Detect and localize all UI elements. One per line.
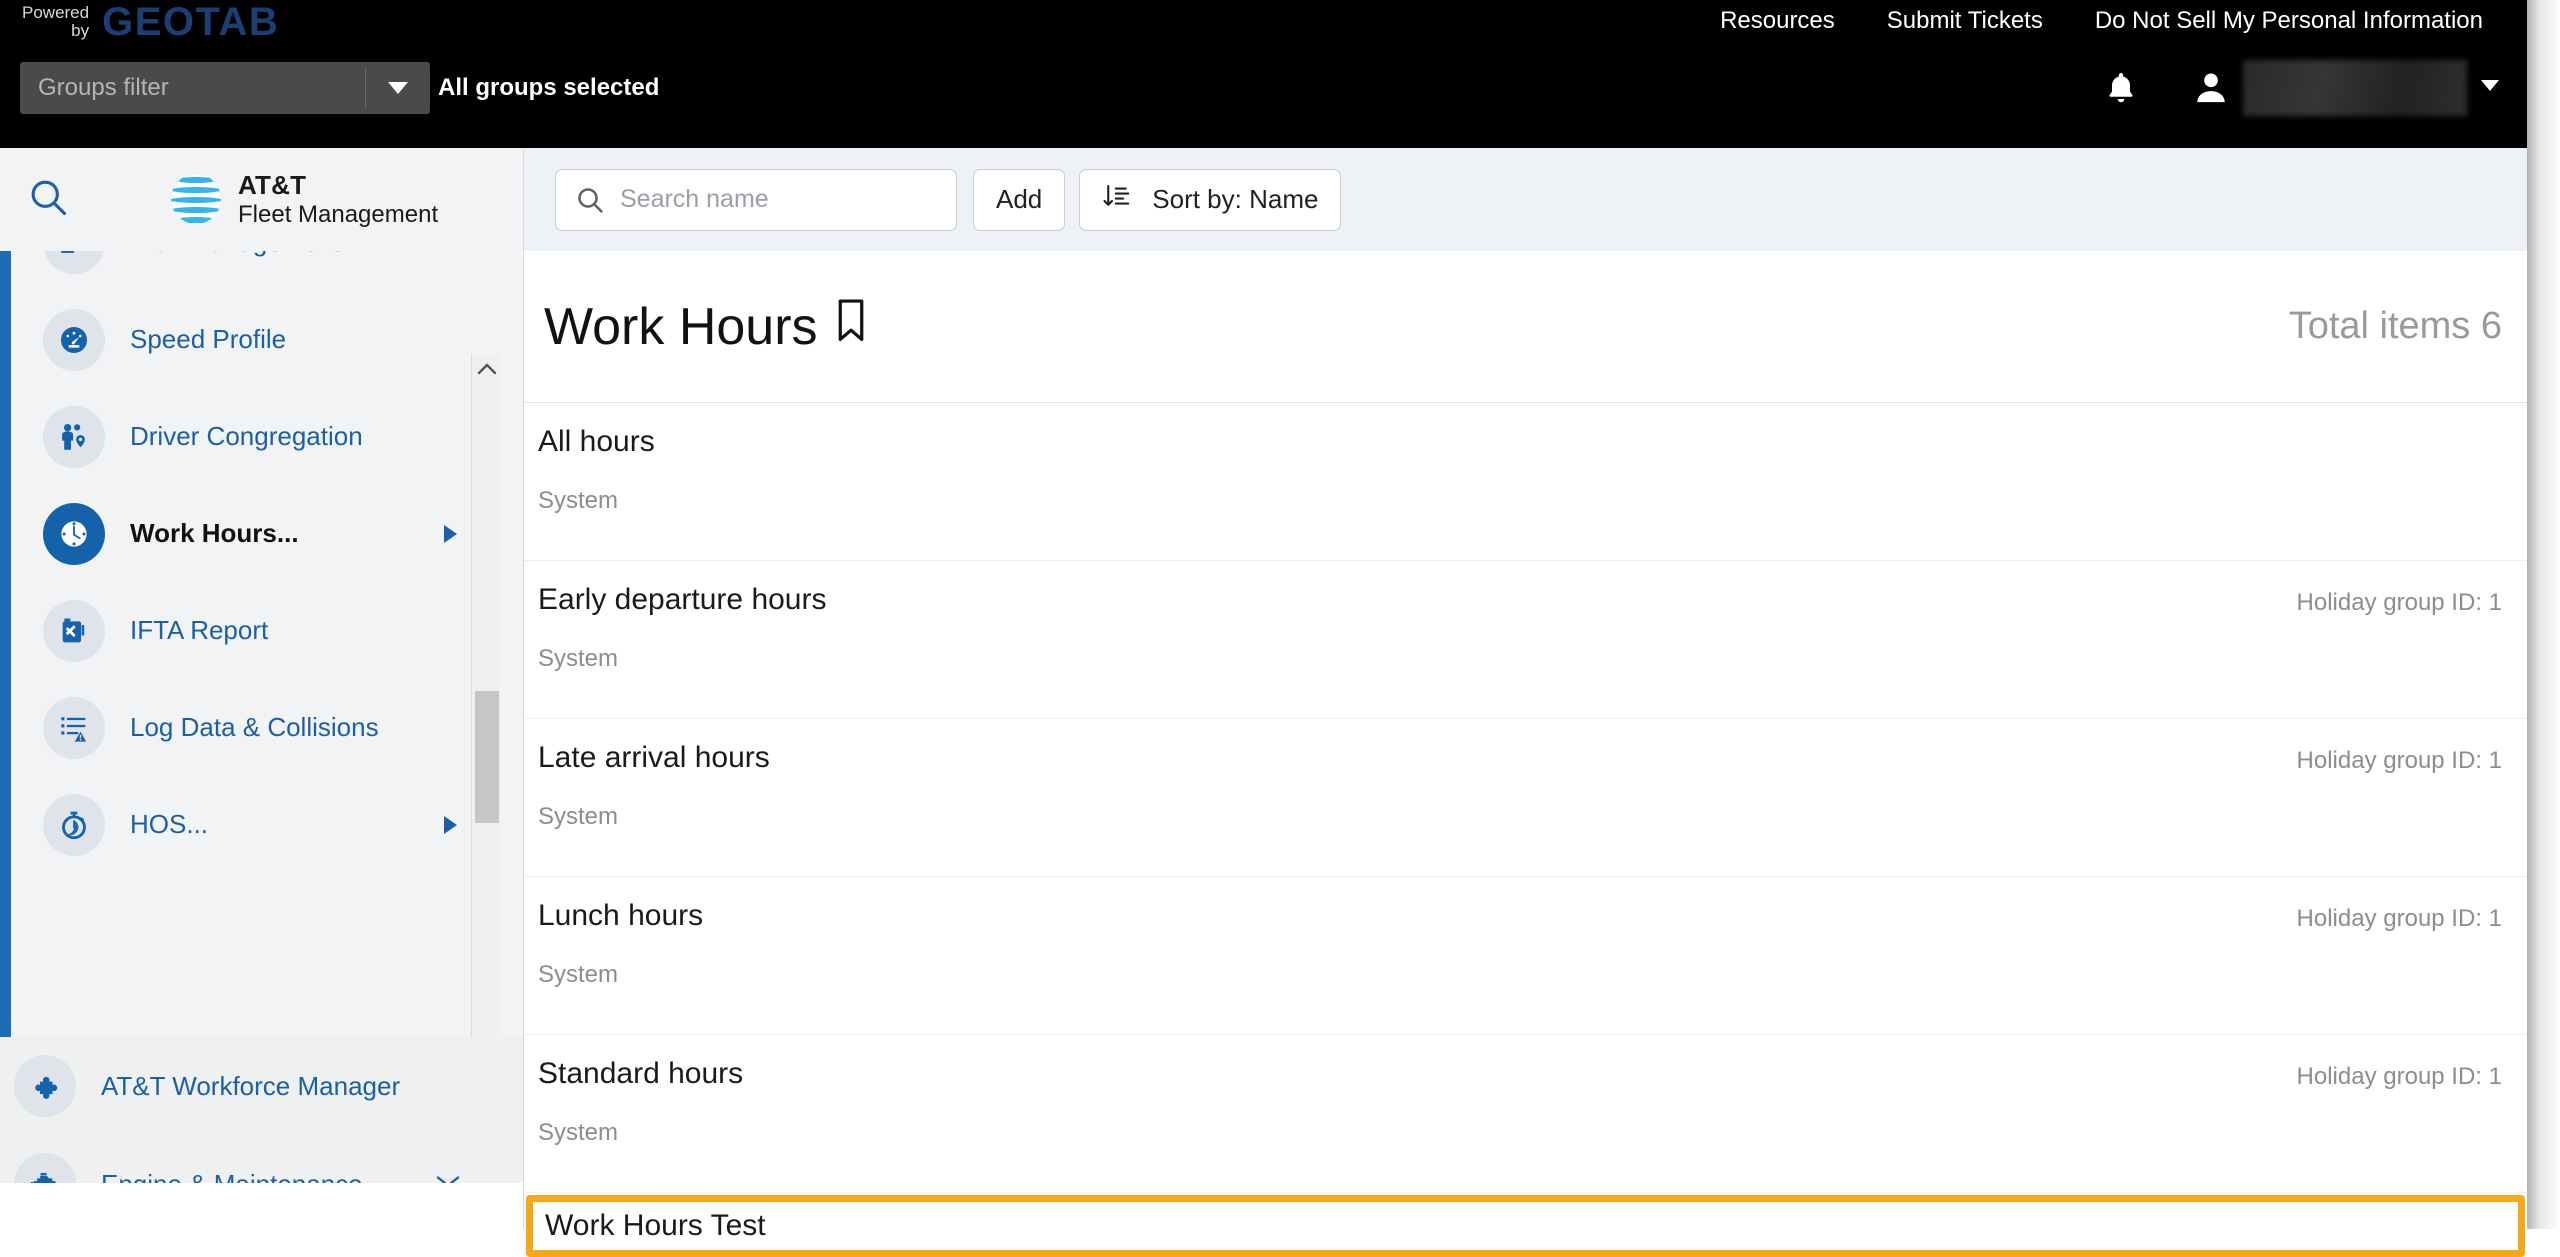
row-meta: Holiday group ID: 1: [2296, 905, 2502, 932]
page-shadow-edge: [2527, 0, 2560, 1229]
main-content-panel: Add Sort by: Name Work Hours: [523, 148, 2527, 1257]
sidebar-label: AT&T Workforce Manager: [101, 1070, 401, 1101]
sidebar-label: Work Hours...: [130, 518, 299, 548]
sidebar-item-log-data-collisions[interactable]: Log Data & Collisions: [11, 679, 493, 776]
total-items-count: Total items 6: [2288, 305, 2502, 347]
att-brand-line2: Fleet Management: [238, 200, 439, 228]
scroll-up-arrow-icon[interactable]: [472, 354, 501, 384]
sidebar-item-ifta-report[interactable]: IFTA Report: [11, 582, 493, 679]
row-meta: Holiday group ID: 1: [2296, 589, 2502, 616]
left-sidebar: AT&T Fleet Management Risk Management: [0, 148, 523, 1229]
att-brand: AT&T Fleet Management: [168, 170, 438, 229]
row-meta: Holiday group ID: 1: [2296, 1063, 2502, 1090]
add-button[interactable]: Add: [973, 168, 1066, 231]
table-row[interactable]: Early departure hours System Holiday gro…: [524, 561, 2527, 719]
sort-icon: [1102, 181, 1132, 218]
sidebar-item-speed-profile[interactable]: Speed Profile: [11, 291, 493, 388]
row-title: Late arrival hours: [538, 741, 770, 774]
bookmark-icon[interactable]: [832, 297, 870, 357]
redacted-user-name: [2243, 60, 2467, 116]
content-toolbar: Add Sort by: Name: [523, 148, 2527, 251]
sidebar-bottom-filler: [0, 1183, 523, 1229]
puzzle-piece-icon: [14, 1055, 76, 1117]
groups-filter-toggle[interactable]: [366, 62, 430, 114]
sidebar-label: Log Data & Collisions: [130, 712, 379, 742]
bell-icon: [2109, 73, 2133, 103]
table-row[interactable]: Lunch hours System Holiday group ID: 1: [524, 877, 2527, 1035]
search-icon: [31, 180, 67, 216]
sidebar-label: HOS...: [130, 809, 209, 839]
stopwatch-icon: [43, 793, 105, 856]
row-title: All hours: [538, 425, 655, 458]
driver-congregation-icon: [43, 405, 105, 468]
work-hours-clock-icon: [43, 502, 105, 565]
user-account-button[interactable]: [2185, 62, 2237, 114]
link-do-not-sell[interactable]: Do Not Sell My Personal Information: [2069, 7, 2509, 35]
page-title-wrapper: Work Hours: [544, 297, 870, 357]
notifications-button[interactable]: [2095, 62, 2147, 114]
work-hours-list: All hours System Early departure hours S…: [523, 403, 2527, 1257]
att-globe-icon: [168, 171, 224, 227]
user-menu-chevron-down-icon[interactable]: [2481, 80, 2499, 91]
sidebar-nav-scroll-region: Risk Management Speed Profile: [0, 211, 523, 1140]
att-brand-line1: AT&T: [238, 170, 307, 200]
sidebar-item-work-hours[interactable]: Work Hours...: [11, 485, 493, 582]
powered-by-text: Powered by: [22, 3, 90, 40]
global-top-bar: Powered by GEOTAB Resources Submit Ticke…: [0, 0, 2527, 148]
speedometer-icon: [43, 308, 105, 371]
search-icon: [574, 184, 606, 216]
sidebar-nav-list: Risk Management Speed Profile: [11, 211, 493, 873]
page-header: Work Hours Total items 6: [523, 251, 2527, 403]
row-title: Work Hours Test: [545, 1209, 766, 1242]
att-brand-text: AT&T Fleet Management: [238, 170, 438, 229]
sidebar-label: Driver Congregation: [130, 421, 363, 451]
row-title: Early departure hours: [538, 583, 827, 616]
geotab-brand: Powered by GEOTAB: [22, 2, 279, 42]
top-nav-links: Resources Submit Tickets Do Not Sell My …: [1694, 0, 2509, 42]
sidebar-scrollbar[interactable]: [471, 354, 501, 1140]
row-subtitle: System: [538, 645, 619, 672]
groups-filter-label: Groups filter: [38, 74, 169, 101]
link-resources[interactable]: Resources: [1694, 7, 1861, 35]
sort-by-label: Sort by: Name: [1152, 184, 1319, 214]
log-data-icon: [43, 696, 105, 759]
row-subtitle: System: [538, 487, 619, 514]
row-title: Lunch hours: [538, 899, 704, 932]
table-row[interactable]: Late arrival hours System Holiday group …: [524, 719, 2527, 877]
user-avatar-icon: [2197, 73, 2225, 103]
chevron-down-icon: [388, 82, 408, 94]
expand-right-arrow-icon[interactable]: [444, 524, 457, 543]
row-title: Standard hours: [538, 1057, 744, 1090]
fuel-can-icon: [43, 599, 105, 662]
row-subtitle: System: [538, 803, 619, 830]
table-row-selected[interactable]: Work Hours Test: [526, 1195, 2525, 1257]
page-title: Work Hours: [544, 297, 818, 356]
table-row[interactable]: All hours System: [524, 403, 2527, 561]
all-groups-selected-label: All groups selected: [438, 74, 660, 101]
row-subtitle: System: [538, 961, 619, 988]
sort-by-button[interactable]: Sort by: Name: [1079, 168, 1342, 231]
sidebar-label: Speed Profile: [130, 324, 287, 354]
sidebar-header: AT&T Fleet Management: [0, 148, 523, 251]
geotab-logo: GEOTAB: [102, 0, 280, 44]
row-subtitle: System: [538, 1119, 619, 1146]
link-submit-tickets[interactable]: Submit Tickets: [1861, 7, 2069, 35]
active-section-accent-bar: [0, 251, 11, 1037]
sidebar-label: IFTA Report: [130, 615, 269, 645]
search-input[interactable]: [620, 185, 956, 214]
sidebar-search-button[interactable]: [26, 175, 70, 224]
sidebar-item-driver-congregation[interactable]: Driver Congregation: [11, 388, 493, 485]
scrollbar-thumb[interactable]: [475, 691, 499, 823]
sidebar-item-hos[interactable]: HOS...: [11, 776, 493, 873]
groups-filter-dropdown[interactable]: Groups filter: [20, 62, 430, 114]
row-meta: Holiday group ID: 1: [2296, 747, 2502, 774]
expand-right-arrow-icon[interactable]: [444, 815, 457, 834]
sidebar-item-att-workforce-manager[interactable]: AT&T Workforce Manager: [0, 1037, 523, 1135]
table-row[interactable]: Standard hours System Holiday group ID: …: [524, 1035, 2527, 1193]
search-field-wrapper[interactable]: [555, 168, 957, 231]
